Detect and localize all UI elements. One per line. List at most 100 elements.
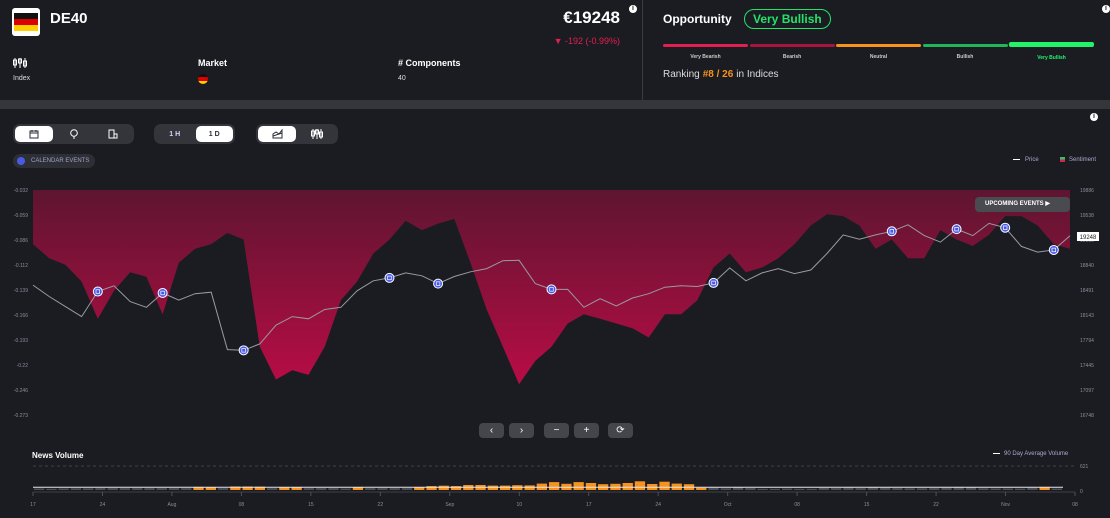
area-chart-button[interactable]	[258, 126, 296, 142]
current-price-tag-text: 19248	[1080, 235, 1097, 241]
instrument-summary: DE40 €19248 i ▼ -192 (-0.99%) Index Mark…	[0, 0, 643, 100]
x-tick: Oct	[724, 502, 732, 508]
news-volume-bar	[1002, 488, 1013, 490]
upcoming-events-button[interactable]: UPCOMING EVENTS ▶	[975, 197, 1070, 212]
opportunity-segment	[1009, 42, 1094, 47]
news-volume-legend: 90 Day Average Volume	[993, 451, 1068, 457]
price-change: ▼ -192 (-0.99%)	[553, 36, 620, 46]
calendar-event-marker[interactable]	[384, 272, 395, 283]
right-axis-tick: 18491	[1080, 288, 1094, 294]
calendar-events-label: CALENDAR EVENTS	[31, 158, 90, 164]
left-axis-tick: -0.166	[14, 313, 28, 319]
legend-price-label: Price	[1025, 157, 1039, 163]
news-volume-bar	[181, 488, 192, 490]
info-icon[interactable]: i	[1090, 113, 1098, 121]
price-sentiment-chart[interactable]: -0.032 -0.059 -0.086 -0.112 -0.139 -0.166 -0.1…	[0, 180, 1110, 420]
news-volume-bar	[990, 488, 1001, 490]
news-volume-bar	[831, 488, 842, 490]
scroll-left-button[interactable]: ‹	[479, 423, 504, 438]
news-volume-bar	[107, 488, 118, 490]
calendar-event-marker[interactable]	[951, 224, 962, 235]
news-volume-bar	[217, 488, 229, 490]
news-volume-bar	[929, 488, 940, 490]
x-tick: 17	[586, 502, 592, 508]
calendar-events-chip[interactable]: CALENDAR EVENTS	[13, 154, 96, 168]
news-volume-bar	[769, 488, 780, 490]
ranking-value: #8 / 26	[702, 69, 734, 80]
news-volume-bar	[659, 481, 670, 490]
candlestick-icon	[311, 129, 323, 139]
x-tick: 22	[933, 502, 939, 508]
x-tick: 15	[864, 502, 870, 508]
calendar-event-marker[interactable]	[546, 284, 557, 295]
ranking-suffix: in Indices	[736, 69, 779, 80]
news-volume-chart[interactable]: 0 621 17 24 Aug 08 15 22 Sep 10 17 24 Oct 08 15 22 Nov 0…	[0, 462, 1110, 517]
calendar-event-marker[interactable]	[238, 345, 249, 356]
components-label: # Components	[398, 58, 461, 68]
opportunity-badge: Very Bullish	[744, 9, 831, 29]
news-volume-bar	[34, 488, 45, 490]
right-axis-tick: 16748	[1080, 413, 1094, 419]
news-volume-bar	[696, 487, 707, 490]
news-volume-bar	[389, 488, 400, 490]
ranking: Ranking #8 / 26 in Indices	[663, 69, 779, 80]
news-volume-bar	[745, 488, 756, 490]
x-tick: 10	[516, 502, 522, 508]
candlestick-icon	[13, 58, 27, 70]
news-volume-bar	[144, 488, 155, 490]
left-axis-tick: -0.032	[14, 188, 28, 194]
calendar-event-marker[interactable]	[157, 287, 168, 298]
candlestick-chart-button[interactable]	[298, 126, 336, 142]
timeframe-1h[interactable]: 1 H	[156, 126, 194, 142]
scroll-right-button[interactable]: ›	[509, 423, 534, 438]
news-volume-bar	[267, 488, 278, 490]
document-chart-icon	[108, 129, 118, 139]
legend-sentiment-label: Sentiment	[1069, 157, 1097, 164]
calendar-event-marker[interactable]	[1048, 244, 1059, 255]
insights-view-button[interactable]	[55, 126, 92, 142]
news-volume-bar	[573, 482, 584, 490]
calendar-event-marker[interactable]	[1000, 222, 1011, 233]
calendar-event-marker[interactable]	[433, 278, 444, 289]
opportunity-segment-label: Bearish	[782, 54, 802, 60]
calendar-event-marker[interactable]	[92, 286, 103, 297]
opportunity-segment-label: Neutral	[869, 54, 888, 60]
news-volume-bar	[132, 488, 143, 490]
news-volume-bar	[549, 482, 560, 490]
news-volume-bar	[782, 488, 793, 490]
news-volume-bar	[818, 487, 830, 490]
news-volume-bar	[1027, 487, 1038, 490]
zoom-out-button[interactable]: −	[544, 423, 569, 438]
x-tick: Sep	[445, 502, 454, 508]
news-volume-bar	[500, 485, 511, 490]
left-axis-tick: -0.112	[14, 263, 28, 269]
reset-button[interactable]: ⟳	[608, 423, 633, 438]
x-tick: 15	[308, 502, 314, 508]
news-volume-bar	[622, 483, 633, 490]
news-volume-bar	[83, 488, 94, 490]
right-axis-tick: 17445	[1080, 363, 1094, 369]
right-axis-tick: 18143	[1080, 313, 1094, 319]
opportunity-segment-label: Bullish	[956, 54, 974, 60]
news-volume-bar	[156, 488, 167, 490]
area-chart-icon	[272, 129, 282, 139]
news-volume-bar	[328, 488, 339, 490]
x-tick: 24	[100, 502, 106, 508]
report-view-button[interactable]	[95, 126, 132, 142]
calendar-event-marker[interactable]	[886, 226, 897, 237]
opportunity-title: Opportunity	[663, 12, 732, 26]
info-icon[interactable]: i	[1102, 5, 1110, 13]
section-divider	[0, 100, 1110, 109]
market-label: Market	[198, 58, 228, 68]
news-volume-bar	[119, 488, 131, 490]
news-volume-bar	[720, 488, 731, 490]
timeframe-1d[interactable]: 1 D	[195, 126, 233, 142]
zoom-in-button[interactable]: +	[574, 423, 599, 438]
info-icon[interactable]: i	[629, 5, 637, 13]
left-axis-tick: -0.059	[14, 213, 28, 219]
news-volume-bar	[340, 488, 351, 490]
news-volume-bar	[365, 488, 376, 490]
calendar-view-button[interactable]	[15, 126, 54, 142]
calendar-event-marker[interactable]	[708, 277, 719, 288]
news-volume-bar	[941, 487, 952, 490]
